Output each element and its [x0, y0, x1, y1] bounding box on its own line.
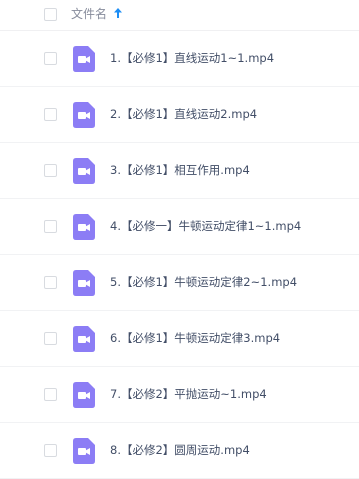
video-file-icon: [73, 214, 95, 240]
video-file-icon: [73, 382, 95, 408]
file-name[interactable]: 5.【必修1】牛顿运动定律2~1.mp4: [110, 274, 297, 290]
file-row[interactable]: 5.【必修1】牛顿运动定律2~1.mp4: [0, 255, 359, 311]
file-row[interactable]: 4.【必修一】牛顿运动定律1~1.mp4: [0, 199, 359, 255]
file-row[interactable]: 1.【必修1】直线运动1~1.mp4: [0, 31, 359, 87]
column-title-filename[interactable]: 文件名: [71, 6, 107, 22]
video-file-icon: [73, 326, 95, 352]
file-row[interactable]: 7.【必修2】平抛运动~1.mp4: [0, 367, 359, 423]
file-checkbox[interactable]: [44, 164, 57, 177]
file-checkbox[interactable]: [44, 52, 57, 65]
video-file-icon: [73, 270, 95, 296]
file-list-header: 文件名: [0, 0, 359, 31]
video-file-icon: [73, 102, 95, 128]
file-row[interactable]: 8.【必修2】圆周运动.mp4: [0, 423, 359, 479]
file-name[interactable]: 7.【必修2】平抛运动~1.mp4: [110, 386, 267, 402]
file-name[interactable]: 4.【必修一】牛顿运动定律1~1.mp4: [110, 218, 301, 234]
video-file-icon: [73, 158, 95, 184]
video-file-icon: [73, 46, 95, 72]
file-name[interactable]: 6.【必修1】牛顿运动定律3.mp4: [110, 330, 280, 346]
select-all-checkbox[interactable]: [44, 8, 57, 21]
file-row[interactable]: 2.【必修1】直线运动2.mp4: [0, 87, 359, 143]
file-checkbox[interactable]: [44, 332, 57, 345]
file-list: 文件名 1.【必修1】直线运动1~1.mp4 2.【必修1】直线运动2.mp4 …: [0, 0, 359, 479]
arrow-up-icon[interactable]: [113, 7, 123, 19]
file-name[interactable]: 1.【必修1】直线运动1~1.mp4: [110, 50, 274, 66]
file-name[interactable]: 8.【必修2】圆周运动.mp4: [110, 442, 250, 458]
file-checkbox[interactable]: [44, 220, 57, 233]
file-row[interactable]: 6.【必修1】牛顿运动定律3.mp4: [0, 311, 359, 367]
file-name[interactable]: 3.【必修1】相互作用.mp4: [110, 162, 250, 178]
file-checkbox[interactable]: [44, 108, 57, 121]
file-row[interactable]: 3.【必修1】相互作用.mp4: [0, 143, 359, 199]
video-file-icon: [73, 438, 95, 464]
file-checkbox[interactable]: [44, 444, 57, 457]
file-checkbox[interactable]: [44, 388, 57, 401]
file-name[interactable]: 2.【必修1】直线运动2.mp4: [110, 106, 257, 122]
file-checkbox[interactable]: [44, 276, 57, 289]
